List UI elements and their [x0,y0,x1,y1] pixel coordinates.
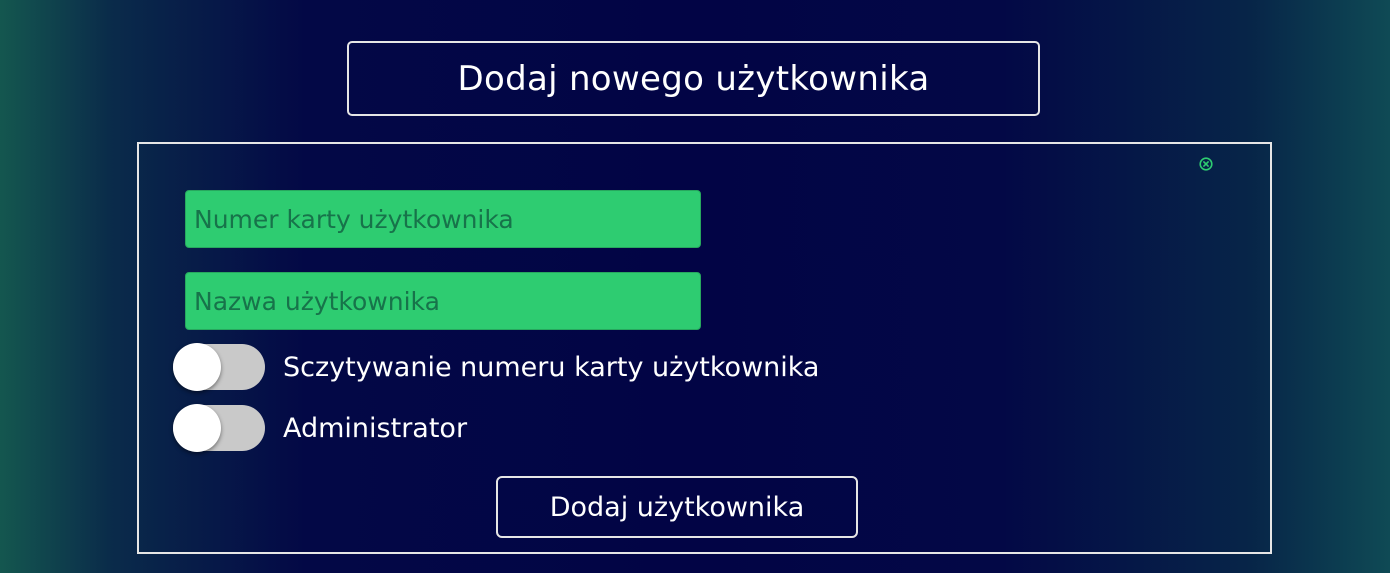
card-scan-toggle-label: Sczytywanie numeru karty użytkownika [283,351,820,383]
page-title: Dodaj nowego użytkownika [457,58,930,99]
add-user-form: Sczytywanie numeru karty użytkownika Adm… [137,142,1272,554]
username-input[interactable] [185,272,701,330]
page-header: Dodaj nowego użytkownika [347,41,1040,116]
card-scan-toggle-row: Sczytywanie numeru karty użytkownika [173,343,820,391]
admin-toggle-row: Administrator [173,404,468,452]
close-icon[interactable] [1199,156,1213,171]
admin-toggle[interactable] [173,404,265,452]
card-number-input[interactable] [185,190,701,248]
admin-toggle-label: Administrator [283,412,468,444]
toggle-knob [173,404,221,452]
card-scan-toggle[interactable] [173,343,265,391]
add-user-button[interactable]: Dodaj użytkownika [496,476,858,538]
toggle-knob [173,343,221,391]
